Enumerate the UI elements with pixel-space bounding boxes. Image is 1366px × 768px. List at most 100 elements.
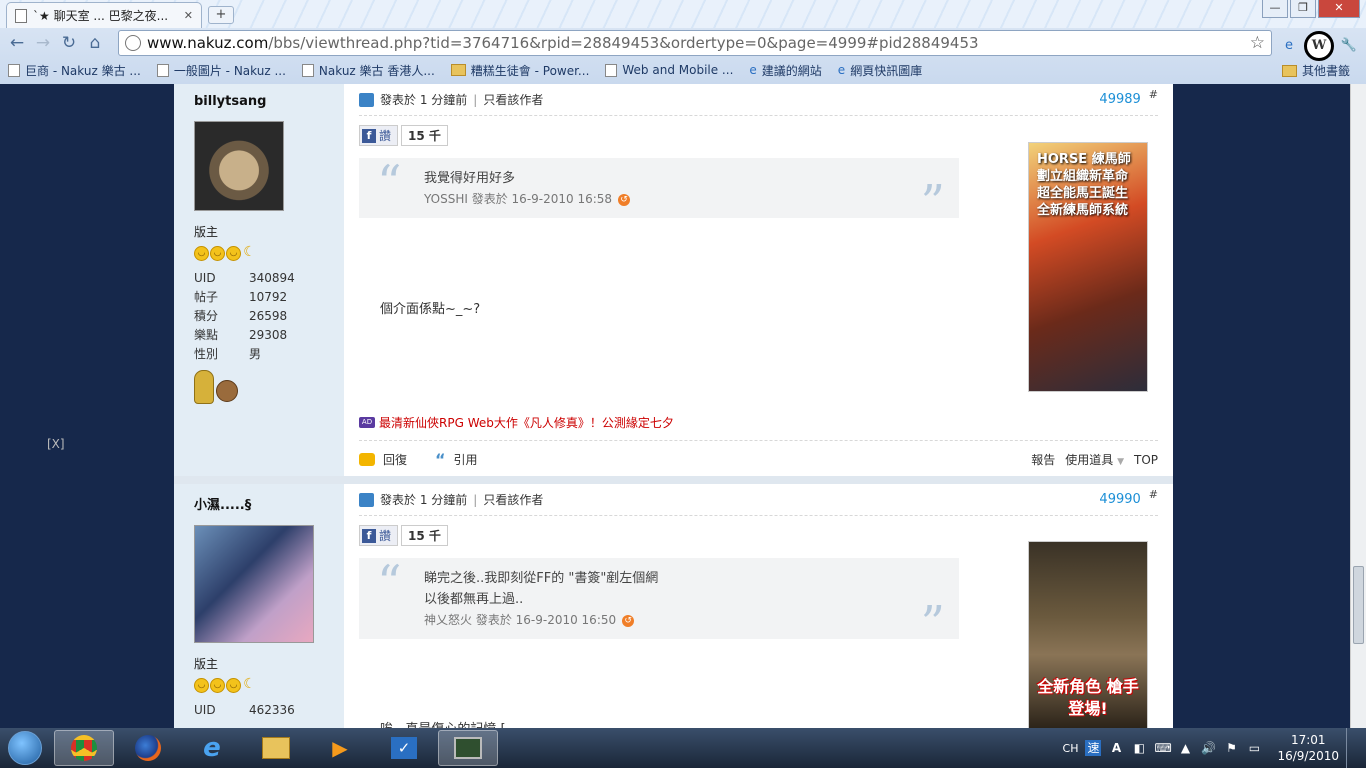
medal-icon[interactable] [216, 380, 238, 402]
ie-taskbar-button[interactable]: e [182, 730, 242, 766]
ad-badge-icon: AD [359, 417, 375, 428]
author-username[interactable]: billytsang [194, 94, 324, 109]
start-button[interactable] [0, 728, 50, 768]
star-icon: ◡ [210, 246, 225, 261]
ie-icon: e [837, 63, 846, 77]
trophy-icon [450, 64, 466, 76]
quote-button[interactable]: 引用 [454, 451, 478, 468]
page-icon [15, 8, 27, 23]
page-icon [156, 63, 169, 77]
ie-tab-icon[interactable]: e [1278, 35, 1300, 57]
tools-menu[interactable]: 使用道具 ▼ [1065, 451, 1124, 468]
show-hidden-icons-icon[interactable]: ▲ [1177, 740, 1193, 756]
maximize-button[interactable]: ❐ [1290, 0, 1316, 18]
quote-text: 睇完之後..我即刻從FF的 "書簽"剷左個網 [424, 571, 659, 586]
media-player-taskbar-button[interactable]: ▶ [310, 730, 370, 766]
bookmark-star-icon[interactable]: ☆ [1250, 33, 1265, 53]
language-indicator[interactable]: CH [1063, 742, 1079, 755]
address-bar[interactable]: www.nakuz.com /bbs/viewthread.php?tid=37… [118, 30, 1272, 56]
like-button[interactable]: f讚 [359, 125, 399, 146]
stat-value: 26598 [249, 309, 288, 323]
system-tray: CH 速 A ◧ ⌨ ▲ 🔊 ⚑ ▭ 17:01 16/9/2010 [1063, 728, 1366, 768]
app-taskbar-button[interactable]: ✓ [374, 730, 434, 766]
like-button[interactable]: f讚 [359, 525, 399, 546]
medal-icon[interactable] [194, 370, 214, 404]
bookmark-item[interactable]: 巨商 - Nakuz 樂古 ... [0, 62, 149, 79]
taskbar: e ▶ ✓ CH 速 A ◧ ⌨ ▲ 🔊 ⚑ ▭ 17:01 16/9/2010 [0, 728, 1366, 768]
bookmark-item[interactable]: Nakuz 樂古 香港人... [294, 62, 443, 79]
show-desktop-button[interactable] [1346, 728, 1358, 768]
other-bookmarks-label: 其他書籤 [1301, 64, 1350, 78]
other-bookmarks[interactable]: 其他書籤 [1274, 62, 1358, 79]
floor-number[interactable]: 49989 [1099, 92, 1140, 107]
text-ad-link[interactable]: AD 最清新仙俠RPG Web大作《凡人修真》！公測緣定七夕 [359, 414, 674, 431]
post-author-panel: 小濕.....§ 版主 ◡ ◡ ◡ ☾ UID 462336 [174, 484, 344, 728]
user-role: 版主 [194, 657, 219, 671]
stat-key: 積分 [194, 309, 219, 323]
back-icon[interactable]: ← [4, 31, 30, 55]
post-author-panel: billytsang 版主 ◡ ◡ ◡ ☾ UID 340894 帖子 10792 積分 2… [174, 84, 344, 476]
reload-icon[interactable]: ↻ [56, 31, 82, 55]
task-manager-taskbar-button[interactable] [438, 730, 498, 766]
network-icon[interactable]: ▭ [1246, 740, 1262, 756]
quote-text: 以後都無再上過.. [424, 592, 524, 607]
bookmark-item[interactable]: Web and Mobile ... [597, 63, 741, 77]
firefox-taskbar-button[interactable] [118, 730, 178, 766]
new-tab-button[interactable]: + [208, 6, 234, 24]
report-button[interactable]: 報告 [1031, 451, 1055, 468]
clock[interactable]: 17:01 16/9/2010 [1277, 732, 1339, 764]
author-username[interactable]: 小濕.....§ [194, 494, 324, 513]
author-only-link[interactable]: 只看該作者 [483, 491, 543, 508]
wrench-menu-icon[interactable]: 🔧 [1338, 35, 1360, 57]
goto-post-icon[interactable]: ↺ [622, 614, 635, 627]
rank-stars: ◡ ◡ ◡ ☾ [194, 677, 324, 693]
moon-icon: ☾ [243, 244, 256, 260]
floor-number[interactable]: 49990 [1099, 492, 1140, 507]
quote-block: “ 睇完之後..我即刻從FF的 "書簽"剷左個網 以後都無再上過.. 神乂怒火 … [359, 558, 959, 648]
author-only-link[interactable]: 只看該作者 [483, 91, 543, 108]
stat-key: 帖子 [194, 290, 219, 304]
ad-banner-gunner[interactable]: 全新角色 槍手登場! [1028, 541, 1148, 728]
ad-banner-horse[interactable]: HORSE 練馬師 劃立組織新革命 超全能馬王誕生 全新練馬師系統 [1028, 142, 1148, 392]
explorer-taskbar-button[interactable] [246, 730, 306, 766]
keyboard-icon[interactable]: ⌨ [1154, 740, 1171, 756]
close-tab-icon[interactable]: ✕ [184, 9, 193, 22]
post-main: 發表於 1 分鐘前 | 只看該作者 49989 # f讚 15 千 “ 我覺得好用… [344, 84, 1173, 476]
bookmark-item[interactable]: 糟糕生徒會 - Power... [443, 62, 598, 79]
post-time: 發表於 1 分鐘前 [380, 93, 468, 107]
close-window-button[interactable]: ✕ [1318, 0, 1360, 18]
chrome-taskbar-button[interactable] [54, 730, 114, 766]
action-center-flag-icon[interactable]: ⚑ [1223, 740, 1239, 756]
bookmark-item[interactable]: 一般圖片 - Nakuz ... [149, 62, 294, 79]
input-method-icon[interactable]: 速 [1085, 740, 1102, 756]
goto-post-icon[interactable]: ↺ [618, 193, 631, 206]
reply-button[interactable]: 回復 [383, 451, 407, 468]
home-icon[interactable]: ⌂ [82, 31, 108, 55]
avatar[interactable] [194, 525, 314, 643]
wikipedia-extension-icon[interactable]: W [1304, 31, 1334, 61]
font-size-icon[interactable]: A [1108, 740, 1124, 756]
avatar[interactable] [194, 121, 284, 211]
scrollbar-thumb[interactable] [1353, 566, 1364, 644]
bookmark-label: 建議的網站 [761, 63, 822, 78]
star-icon: ◡ [210, 678, 225, 693]
half-width-icon[interactable]: ◧ [1131, 740, 1147, 756]
folder-icon [1281, 64, 1297, 77]
volume-icon[interactable]: 🔊 [1200, 740, 1216, 756]
user-stat: 性別 男 [194, 345, 324, 364]
minimize-button[interactable]: — [1262, 0, 1288, 18]
browser-tab[interactable]: `★ 聊天室 ... 巴黎之夜... ✕ [6, 2, 202, 28]
bookmark-label: 巨商 - Nakuz 樂古 ... [25, 63, 141, 78]
banner-text: 全新角色 槍手登場! [1037, 677, 1139, 718]
top-link[interactable]: TOP [1134, 453, 1158, 467]
bookmark-item[interactable]: e 網頁快訊圖庫 [830, 62, 930, 79]
close-ad-link[interactable]: [X] [47, 437, 65, 451]
post-header: 發表於 1 分鐘前 | 只看該作者 49989 # [359, 84, 1158, 116]
vertical-scrollbar[interactable] [1350, 84, 1366, 728]
globe-icon [125, 35, 141, 51]
like-count: 15 千 [401, 525, 448, 546]
forward-icon[interactable]: → [30, 31, 56, 55]
bookmark-item[interactable]: e 建議的網站 [741, 62, 829, 79]
user-stat: UID 462336 [194, 701, 324, 720]
reply-icon [359, 453, 375, 466]
